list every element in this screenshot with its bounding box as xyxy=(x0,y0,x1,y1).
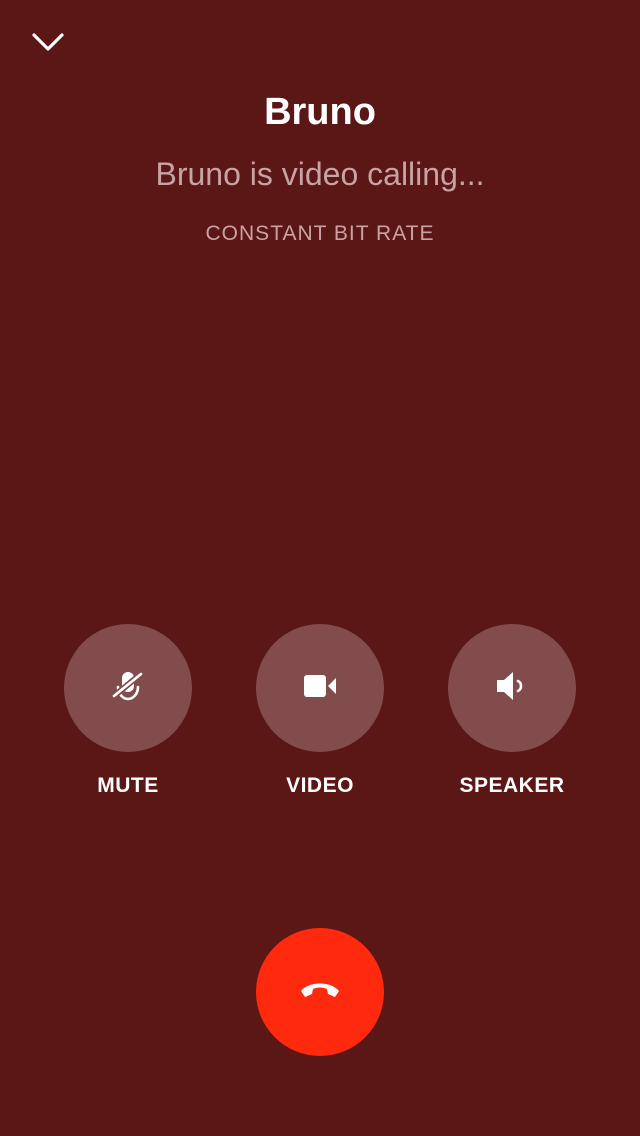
bitrate-label: CONSTANT BIT RATE xyxy=(205,222,435,245)
video-button[interactable] xyxy=(256,624,384,752)
mute-control: MUTE xyxy=(32,624,224,800)
hangup-button[interactable] xyxy=(256,928,384,1056)
call-header: Bruno Bruno is video calling... CONSTANT… xyxy=(0,88,640,248)
collapse-button[interactable] xyxy=(26,24,70,64)
phone-hangup-icon xyxy=(297,979,343,1006)
speaker-label: SPEAKER xyxy=(459,774,565,797)
video-camera-icon xyxy=(302,672,338,705)
mute-label: MUTE xyxy=(97,774,159,797)
video-label: VIDEO xyxy=(286,774,354,797)
chevron-down-icon xyxy=(31,31,65,58)
mute-button[interactable] xyxy=(64,624,192,752)
caller-name: Bruno xyxy=(264,91,376,133)
call-controls: MUTE VIDEO SPEAKER xyxy=(0,624,640,814)
video-control: VIDEO xyxy=(224,624,416,800)
speaker-icon xyxy=(494,669,530,708)
speaker-button[interactable] xyxy=(448,624,576,752)
mic-off-icon xyxy=(108,666,148,711)
speaker-control: SPEAKER xyxy=(416,624,608,800)
call-status: Bruno is video calling... xyxy=(155,156,485,192)
